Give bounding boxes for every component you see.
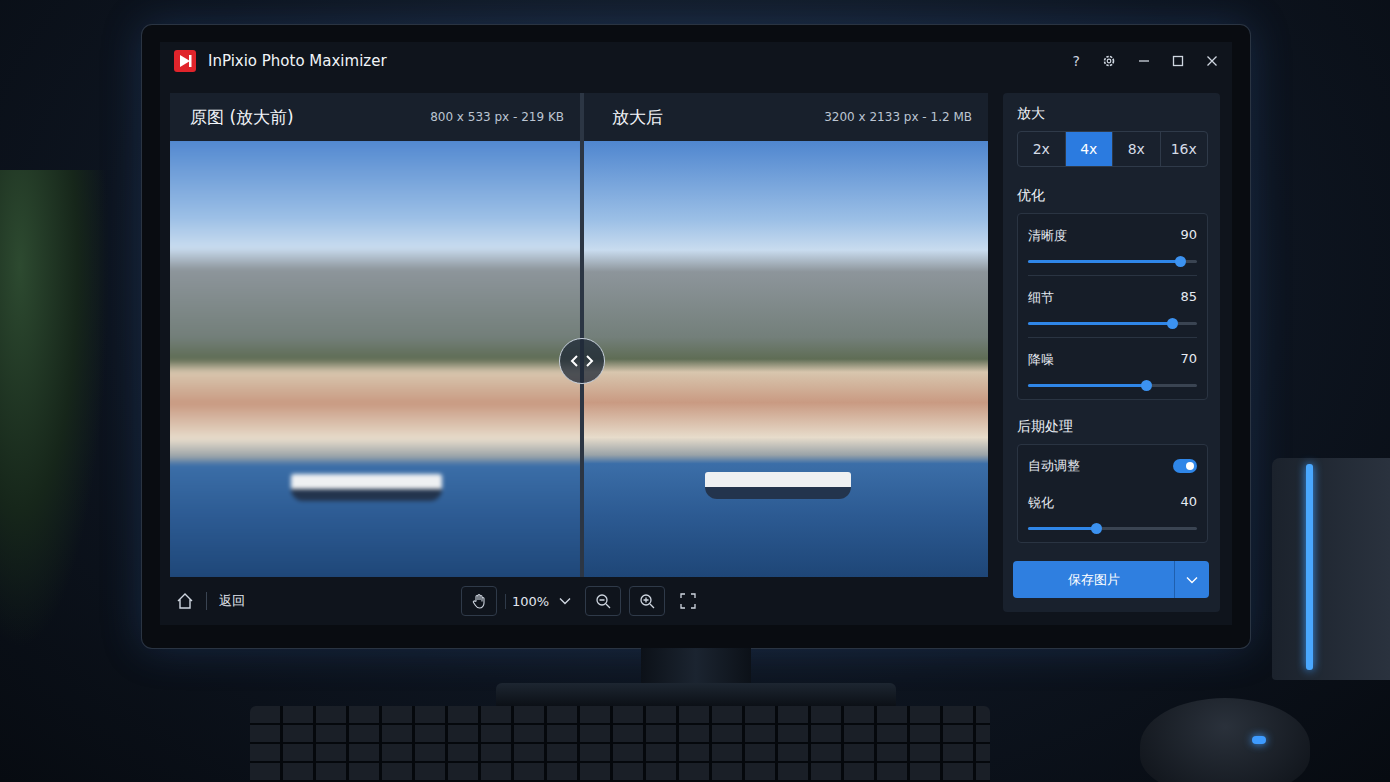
window-title: InPixio Photo Maximizer bbox=[208, 52, 387, 70]
optimize-label: 优化 bbox=[1017, 187, 1208, 205]
slider-fill bbox=[1028, 527, 1096, 530]
slider-label: 降噪 bbox=[1028, 351, 1054, 369]
scale-options: 2x4x8x16x bbox=[1017, 131, 1208, 167]
slider-label: 锐化 bbox=[1028, 494, 1054, 512]
zoom-select[interactable]: 100% bbox=[505, 594, 577, 609]
before-panel: 原图 (放大前) 800 x 533 px - 219 KB bbox=[170, 93, 580, 577]
home-icon[interactable] bbox=[176, 592, 194, 610]
slider-value: 40 bbox=[1180, 494, 1197, 512]
scale-option[interactable]: 4x bbox=[1065, 132, 1113, 166]
after-panel: 放大后 3200 x 2133 px - 1.2 MB bbox=[584, 93, 988, 577]
chevron-down-icon bbox=[1186, 576, 1198, 584]
slider-knob[interactable] bbox=[1141, 380, 1152, 391]
maximize-icon[interactable] bbox=[1172, 55, 1184, 67]
post-card: 自动调整锐化 40 bbox=[1017, 444, 1208, 543]
title-bar: InPixio Photo Maximizer? bbox=[160, 42, 1232, 80]
slider-value: 90 bbox=[1180, 227, 1197, 245]
slider-value: 85 bbox=[1180, 289, 1197, 307]
pan-button[interactable] bbox=[461, 586, 497, 616]
scale-option[interactable]: 8x bbox=[1112, 132, 1160, 166]
slider-fill bbox=[1028, 384, 1146, 387]
before-title: 原图 (放大前) bbox=[190, 106, 294, 129]
slider-knob[interactable] bbox=[1167, 318, 1178, 329]
before-meta: 800 x 533 px - 219 KB bbox=[430, 110, 564, 124]
after-photo bbox=[584, 141, 988, 577]
post-label: 后期处理 bbox=[1017, 418, 1208, 436]
slider-track[interactable] bbox=[1028, 260, 1197, 263]
scale-option[interactable]: 16x bbox=[1160, 132, 1208, 166]
slider-knob[interactable] bbox=[1091, 523, 1102, 534]
speaker bbox=[1272, 458, 1390, 680]
slider-value: 70 bbox=[1180, 351, 1197, 369]
monitor-base bbox=[496, 683, 896, 707]
slider-label: 清晰度 bbox=[1028, 227, 1067, 245]
before-photo bbox=[170, 141, 580, 577]
save-dropdown-button[interactable] bbox=[1174, 561, 1209, 598]
close-icon[interactable] bbox=[1206, 55, 1218, 67]
zoom-out-icon bbox=[595, 593, 611, 609]
scale-label: 放大 bbox=[1017, 105, 1208, 123]
after-title: 放大后 bbox=[612, 106, 663, 129]
toggle-label: 自动调整 bbox=[1028, 457, 1080, 475]
zoom-in-button[interactable] bbox=[629, 586, 665, 616]
drag-arrows-icon bbox=[569, 354, 595, 368]
slider-row: 锐化 40 bbox=[1028, 481, 1197, 542]
after-meta: 3200 x 2133 px - 1.2 MB bbox=[824, 110, 972, 124]
app-logo-icon bbox=[174, 50, 196, 72]
back-button[interactable]: 返回 bbox=[219, 592, 245, 610]
app-window: InPixio Photo Maximizer? 原图 (放大前) 800 x 53… bbox=[160, 42, 1232, 625]
desk-scene: InPixio Photo Maximizer? 原图 (放大前) 800 x 53… bbox=[0, 0, 1390, 782]
plant bbox=[0, 170, 110, 650]
compare-view: 原图 (放大前) 800 x 533 px - 219 KB 放大后 3200 x 2… bbox=[170, 93, 988, 577]
save-button[interactable]: 保存图片 bbox=[1013, 561, 1174, 598]
optimize-card: 清晰度 90 细节 85 降噪 70 bbox=[1017, 213, 1208, 400]
toggle-row: 自动调整 bbox=[1028, 445, 1197, 481]
slider-label: 细节 bbox=[1028, 289, 1054, 307]
zoom-out-button[interactable] bbox=[585, 586, 621, 616]
fullscreen-icon bbox=[680, 593, 696, 609]
monitor: InPixio Photo Maximizer? 原图 (放大前) 800 x 53… bbox=[142, 25, 1250, 648]
monitor-stand bbox=[641, 648, 751, 683]
minimize-icon[interactable] bbox=[1138, 55, 1150, 67]
settings-gear-icon[interactable] bbox=[1102, 54, 1116, 68]
slider-track[interactable] bbox=[1028, 322, 1197, 325]
slider-knob[interactable] bbox=[1175, 256, 1186, 267]
chevron-down-icon bbox=[559, 597, 571, 605]
compare-handle[interactable] bbox=[559, 338, 605, 384]
toggle-switch[interactable] bbox=[1173, 459, 1197, 473]
slider-fill bbox=[1028, 260, 1180, 263]
slider-track[interactable] bbox=[1028, 527, 1197, 530]
save-split-button: 保存图片 bbox=[1013, 561, 1209, 598]
slider-row: 细节 85 bbox=[1028, 275, 1197, 337]
fit-screen-button[interactable] bbox=[673, 587, 703, 615]
bottom-toolbar: 返回 100% bbox=[170, 577, 988, 625]
slider-row: 清晰度 90 bbox=[1028, 214, 1197, 275]
zoom-in-icon bbox=[639, 593, 655, 609]
hand-icon bbox=[471, 593, 487, 609]
scale-option[interactable]: 2x bbox=[1018, 132, 1065, 166]
help-button[interactable]: ? bbox=[1073, 53, 1080, 69]
slider-track[interactable] bbox=[1028, 384, 1197, 387]
settings-sidebar: 放大 2x4x8x16x 优化清晰度 90 细节 85 降噪 70 后期处理自动调整锐化 40 保存… bbox=[1003, 93, 1220, 612]
keyboard bbox=[250, 706, 990, 782]
zoom-value: 100% bbox=[512, 594, 549, 609]
slider-row: 降噪 70 bbox=[1028, 337, 1197, 399]
slider-fill bbox=[1028, 322, 1172, 325]
mouse bbox=[1140, 698, 1310, 782]
